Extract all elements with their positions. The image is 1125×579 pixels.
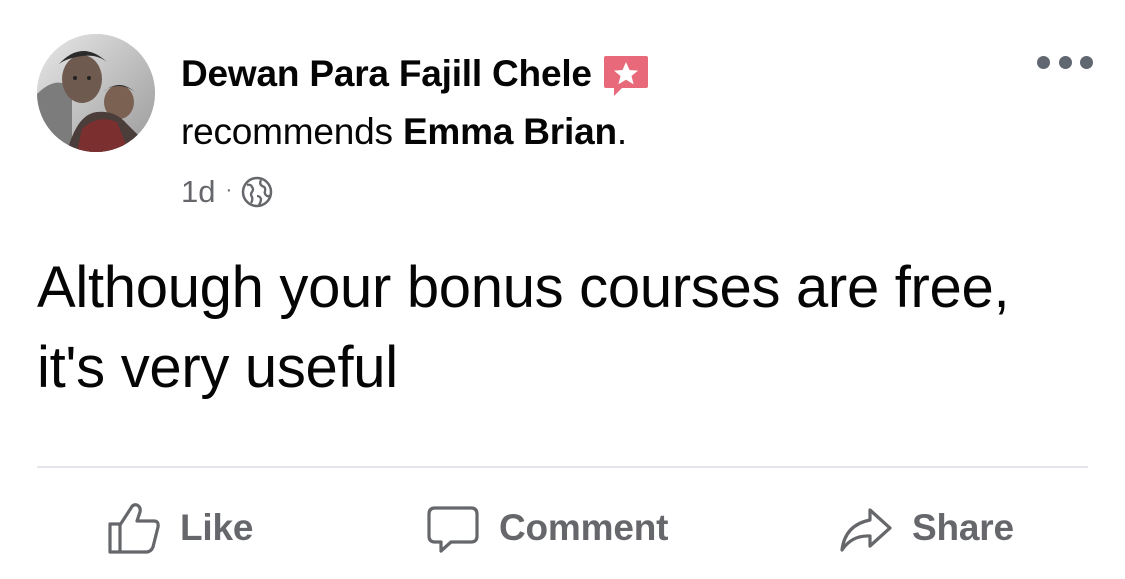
post-header: Dewan Para Fajill Chele recommends Emma … xyxy=(181,52,650,154)
author-line: Dewan Para Fajill Chele xyxy=(181,52,650,96)
action-bar: Like Comment Share xyxy=(0,468,1125,579)
post-card: Dewan Para Fajill Chele recommends Emma … xyxy=(0,0,1125,579)
recommendation-star-icon xyxy=(603,56,648,96)
more-options-dot xyxy=(1080,55,1093,69)
meta-separator: · xyxy=(225,178,233,201)
author-avatar[interactable] xyxy=(37,34,155,152)
author-name[interactable]: Dewan Para Fajill Chele xyxy=(181,53,592,95)
thumbs-up-icon xyxy=(108,503,160,554)
post-body-text: Although your bonus courses are free, it… xyxy=(37,255,1010,400)
recommendation-period: . xyxy=(616,111,627,152)
comment-label: Comment xyxy=(499,507,669,548)
recommended-page-name[interactable]: Emma Brian xyxy=(403,111,617,152)
like-label: Like xyxy=(180,507,254,548)
recommend-verb: recommends xyxy=(181,111,393,152)
more-options-icon xyxy=(1037,55,1050,69)
like-button[interactable]: Like xyxy=(104,498,253,558)
share-arrow-icon xyxy=(840,508,892,552)
share-label: Share xyxy=(912,507,1014,548)
avatar-photo xyxy=(37,34,155,152)
share-button[interactable]: Share xyxy=(836,498,1014,558)
post-timestamp[interactable]: 1d xyxy=(181,174,215,210)
more-options-button[interactable] xyxy=(1037,48,1093,76)
recommendation-line: recommends Emma Brian. xyxy=(181,110,650,154)
globe-icon[interactable] xyxy=(240,175,274,209)
speech-bubble-icon xyxy=(427,506,479,553)
post-meta: 1d · xyxy=(181,172,274,212)
more-options-dot xyxy=(1058,55,1072,69)
comment-button[interactable]: Comment xyxy=(423,498,668,558)
